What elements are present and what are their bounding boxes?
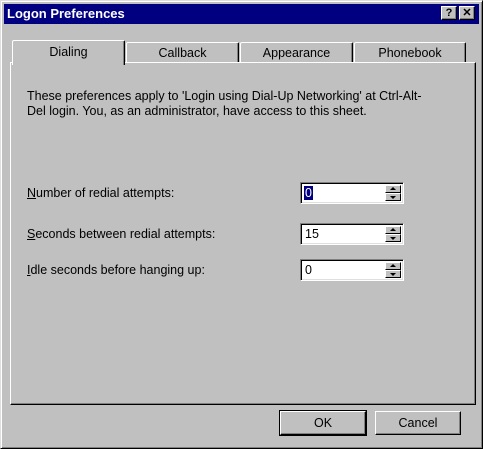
arrow-up-icon [390, 228, 396, 231]
mnemonic: N [27, 186, 37, 200]
tab-phonebook[interactable]: Phonebook [354, 42, 466, 64]
seconds-between-spinner[interactable]: 15 [300, 223, 404, 245]
seconds-between-input[interactable]: 15 [304, 227, 320, 241]
spin-down-button[interactable] [385, 270, 401, 278]
redial-attempts-spinner[interactable]: 0 [300, 182, 404, 204]
redial-attempts-label: Number of redial attempts: [27, 185, 174, 201]
seconds-between-label: Seconds between redial attempts: [27, 226, 215, 242]
ok-button[interactable]: OK [279, 410, 367, 436]
idle-seconds-label: Idle seconds before hanging up: [27, 262, 205, 278]
description-text: These preferences apply to 'Login using … [27, 89, 422, 118]
window-title: Logon Preferences [7, 6, 125, 21]
spinner-buttons [385, 226, 401, 242]
spin-down-button[interactable] [385, 234, 401, 242]
tab-label: Dialing [49, 45, 88, 59]
tab-dialing[interactable]: Dialing [12, 40, 125, 65]
spin-up-button[interactable] [385, 262, 401, 270]
help-icon: ? [445, 7, 453, 19]
cancel-button[interactable]: Cancel [375, 411, 461, 435]
idle-seconds-spinner[interactable]: 0 [300, 259, 404, 281]
spinner-buttons [385, 262, 401, 278]
idle-seconds-input[interactable]: 0 [304, 263, 313, 277]
dialing-tab-panel: These preferences apply to 'Login using … [10, 62, 476, 405]
label-text: econds between redial attempts: [35, 227, 216, 241]
tab-label: Appearance [262, 46, 331, 60]
tab-label: Callback [158, 46, 207, 60]
close-icon: ✕ [462, 7, 472, 19]
arrow-up-icon [390, 187, 396, 190]
help-button[interactable]: ? [441, 6, 457, 20]
logon-preferences-dialog: Logon Preferences ? ✕ Dialing Callback A… [0, 0, 483, 449]
arrow-down-icon [390, 237, 396, 240]
close-button[interactable]: ✕ [459, 6, 475, 20]
tab-label: Phonebook [378, 46, 442, 60]
spin-up-button[interactable] [385, 185, 401, 193]
spin-down-button[interactable] [385, 193, 401, 201]
title-bar[interactable]: Logon Preferences ? ✕ [4, 4, 479, 24]
cancel-label: Cancel [398, 416, 438, 430]
label-text: umber of redial attempts: [36, 186, 175, 200]
arrow-down-icon [390, 196, 396, 199]
tab-callback[interactable]: Callback [126, 42, 239, 64]
label-text: dle seconds before hanging up: [30, 263, 205, 277]
spinner-buttons [385, 185, 401, 201]
arrow-up-icon [390, 264, 396, 267]
tab-appearance[interactable]: Appearance [240, 42, 353, 64]
ok-label: OK [313, 416, 333, 430]
redial-attempts-input[interactable]: 0 [304, 186, 313, 200]
arrow-down-icon [390, 273, 396, 276]
spin-up-button[interactable] [385, 226, 401, 234]
